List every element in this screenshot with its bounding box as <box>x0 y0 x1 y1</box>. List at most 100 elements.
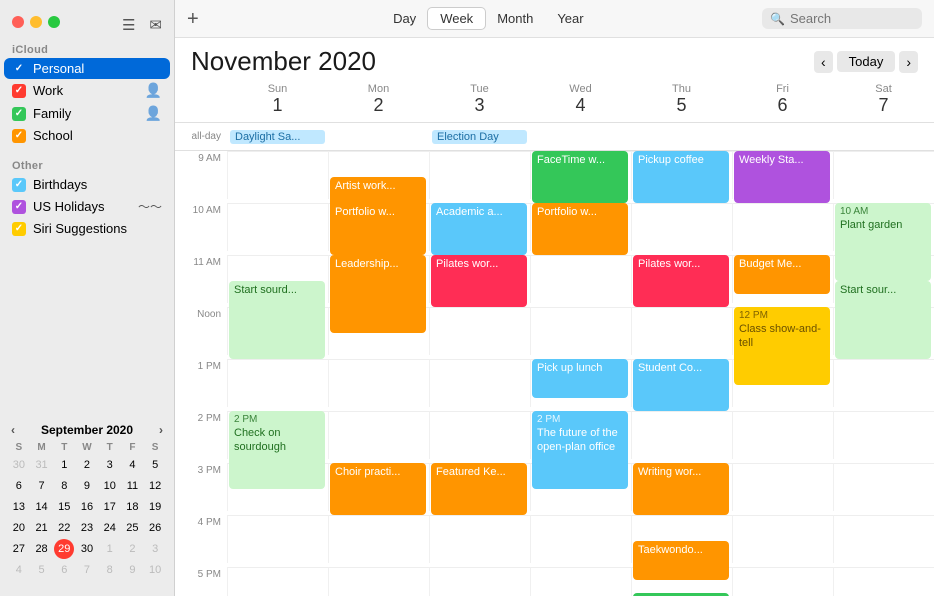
sidebar-item-personal[interactable]: Personal <box>4 58 170 79</box>
sidebar-item-siri-suggestions[interactable]: Siri Suggestions <box>4 218 170 239</box>
view-year-button[interactable]: Year <box>545 8 595 29</box>
mini-cal-day[interactable]: 1 <box>100 539 120 559</box>
mini-cal-day[interactable]: 3 <box>145 539 165 559</box>
sidebar-item-family[interactable]: Family 👤 <box>4 102 170 125</box>
maximize-button[interactable] <box>48 16 60 28</box>
mini-cal-day[interactable]: 16 <box>77 497 97 517</box>
hour-cell[interactable] <box>227 515 328 563</box>
time-grid[interactable]: 9 AM10 AM11 AMNoon1 PM2 PM3 PM4 PM5 PM6 … <box>175 151 934 596</box>
mini-cal-today[interactable]: 29 <box>54 539 74 559</box>
mini-cal-day[interactable]: 30 <box>9 455 29 475</box>
hour-cell[interactable] <box>833 567 934 596</box>
mini-cal-day[interactable]: 30 <box>77 539 97 559</box>
hour-cell[interactable] <box>631 307 732 355</box>
cal-prev-button[interactable]: ‹ <box>814 51 833 73</box>
hour-cell[interactable] <box>530 515 631 563</box>
hour-cell[interactable] <box>328 359 429 407</box>
cal-next-button[interactable]: › <box>899 51 918 73</box>
mini-cal-day[interactable]: 11 <box>122 476 142 496</box>
hour-cell[interactable] <box>833 359 934 407</box>
hour-cell[interactable] <box>631 411 732 459</box>
hour-cell[interactable] <box>833 151 934 199</box>
view-month-button[interactable]: Month <box>485 8 545 29</box>
hour-cell[interactable] <box>530 307 631 355</box>
mini-cal-day[interactable]: 12 <box>145 476 165 496</box>
add-event-button[interactable]: + <box>187 9 199 29</box>
event-block[interactable]: Student Co... <box>633 359 729 411</box>
mini-cal-day[interactable]: 5 <box>145 455 165 475</box>
hour-cell[interactable] <box>429 411 530 459</box>
mini-cal-day[interactable]: 14 <box>32 497 52 517</box>
hour-cell[interactable] <box>530 567 631 596</box>
mini-cal-day[interactable]: 26 <box>145 518 165 538</box>
mini-cal-day[interactable]: 7 <box>77 560 97 580</box>
event-block[interactable]: Pilates wor... <box>431 255 527 307</box>
sidebar-item-birthdays[interactable]: Birthdays <box>4 174 170 195</box>
siri-checkbox[interactable] <box>12 222 26 236</box>
inbox-icon[interactable]: ✉ <box>149 16 162 34</box>
mini-cal-day[interactable]: 10 <box>100 476 120 496</box>
hour-cell[interactable] <box>429 151 530 199</box>
mini-cal-day[interactable]: 9 <box>122 560 142 580</box>
event-block[interactable]: Start sour... <box>835 281 931 359</box>
us-holidays-checkbox[interactable] <box>12 200 26 214</box>
mini-cal-day[interactable]: 6 <box>54 560 74 580</box>
allday-event-daylight[interactable]: Daylight Sa... <box>230 130 325 144</box>
event-block[interactable]: 10 AMPlant garden <box>835 203 931 281</box>
hour-cell[interactable] <box>833 463 934 511</box>
view-week-button[interactable]: Week <box>428 8 485 29</box>
cal-today-button[interactable]: Today <box>837 51 896 72</box>
mini-cal-day[interactable]: 20 <box>9 518 29 538</box>
mini-cal-day[interactable]: 1 <box>54 455 74 475</box>
birthdays-checkbox[interactable] <box>12 178 26 192</box>
allday-event-election[interactable]: Election Day <box>432 130 527 144</box>
hour-cell[interactable] <box>732 463 833 511</box>
mini-cal-day[interactable]: 15 <box>54 497 74 517</box>
mini-cal-day[interactable]: 17 <box>100 497 120 517</box>
hour-cell[interactable] <box>227 203 328 251</box>
hour-cell[interactable] <box>631 203 732 251</box>
search-bar[interactable]: 🔍 <box>762 8 922 29</box>
hour-cell[interactable] <box>833 411 934 459</box>
hour-cell[interactable] <box>732 515 833 563</box>
mini-cal-prev[interactable]: ‹ <box>8 423 18 437</box>
event-block[interactable]: Pilates wor... <box>633 255 729 307</box>
hour-cell[interactable] <box>429 307 530 355</box>
event-block[interactable]: Portfolio w... <box>330 203 426 255</box>
mini-cal-day[interactable]: 28 <box>32 539 52 559</box>
mini-cal-day[interactable]: 8 <box>100 560 120 580</box>
event-block[interactable]: Start sourd... <box>229 281 325 359</box>
mini-cal-day[interactable]: 4 <box>9 560 29 580</box>
mini-cal-day[interactable]: 6 <box>9 476 29 496</box>
hour-cell[interactable] <box>227 359 328 407</box>
mini-cal-day[interactable]: 2 <box>122 539 142 559</box>
mini-cal-day[interactable]: 10 <box>145 560 165 580</box>
hour-cell[interactable] <box>227 151 328 199</box>
hour-cell[interactable] <box>530 255 631 303</box>
event-block[interactable]: Choir practi... <box>330 463 426 515</box>
mini-cal-day[interactable]: 2 <box>77 455 97 475</box>
event-block[interactable]: Writing wor... <box>633 463 729 515</box>
minimize-button[interactable] <box>30 16 42 28</box>
school-checkbox[interactable] <box>12 129 26 143</box>
event-block[interactable]: Weekly Sta... <box>734 151 830 203</box>
mini-cal-day[interactable]: 19 <box>145 497 165 517</box>
hour-cell[interactable] <box>732 567 833 596</box>
mini-cal-day[interactable]: 7 <box>32 476 52 496</box>
mini-cal-day[interactable]: 5 <box>32 560 52 580</box>
hour-cell[interactable] <box>429 359 530 407</box>
event-block[interactable]: 12 PMClass show-and-tell <box>734 307 830 385</box>
hour-cell[interactable] <box>732 411 833 459</box>
search-input[interactable] <box>790 11 910 26</box>
mini-cal-day[interactable]: 31 <box>32 455 52 475</box>
sidebar-toggle-icon[interactable]: ☰ <box>122 16 135 34</box>
close-button[interactable] <box>12 16 24 28</box>
sidebar-item-school[interactable]: School <box>4 125 170 146</box>
view-day-button[interactable]: Day <box>381 8 428 29</box>
mini-cal-day[interactable]: 9 <box>77 476 97 496</box>
mini-cal-next[interactable]: › <box>156 423 166 437</box>
mini-cal-day[interactable]: 3 <box>100 455 120 475</box>
mini-cal-day[interactable]: 4 <box>122 455 142 475</box>
hour-cell[interactable] <box>328 411 429 459</box>
mini-cal-day[interactable]: 13 <box>9 497 29 517</box>
